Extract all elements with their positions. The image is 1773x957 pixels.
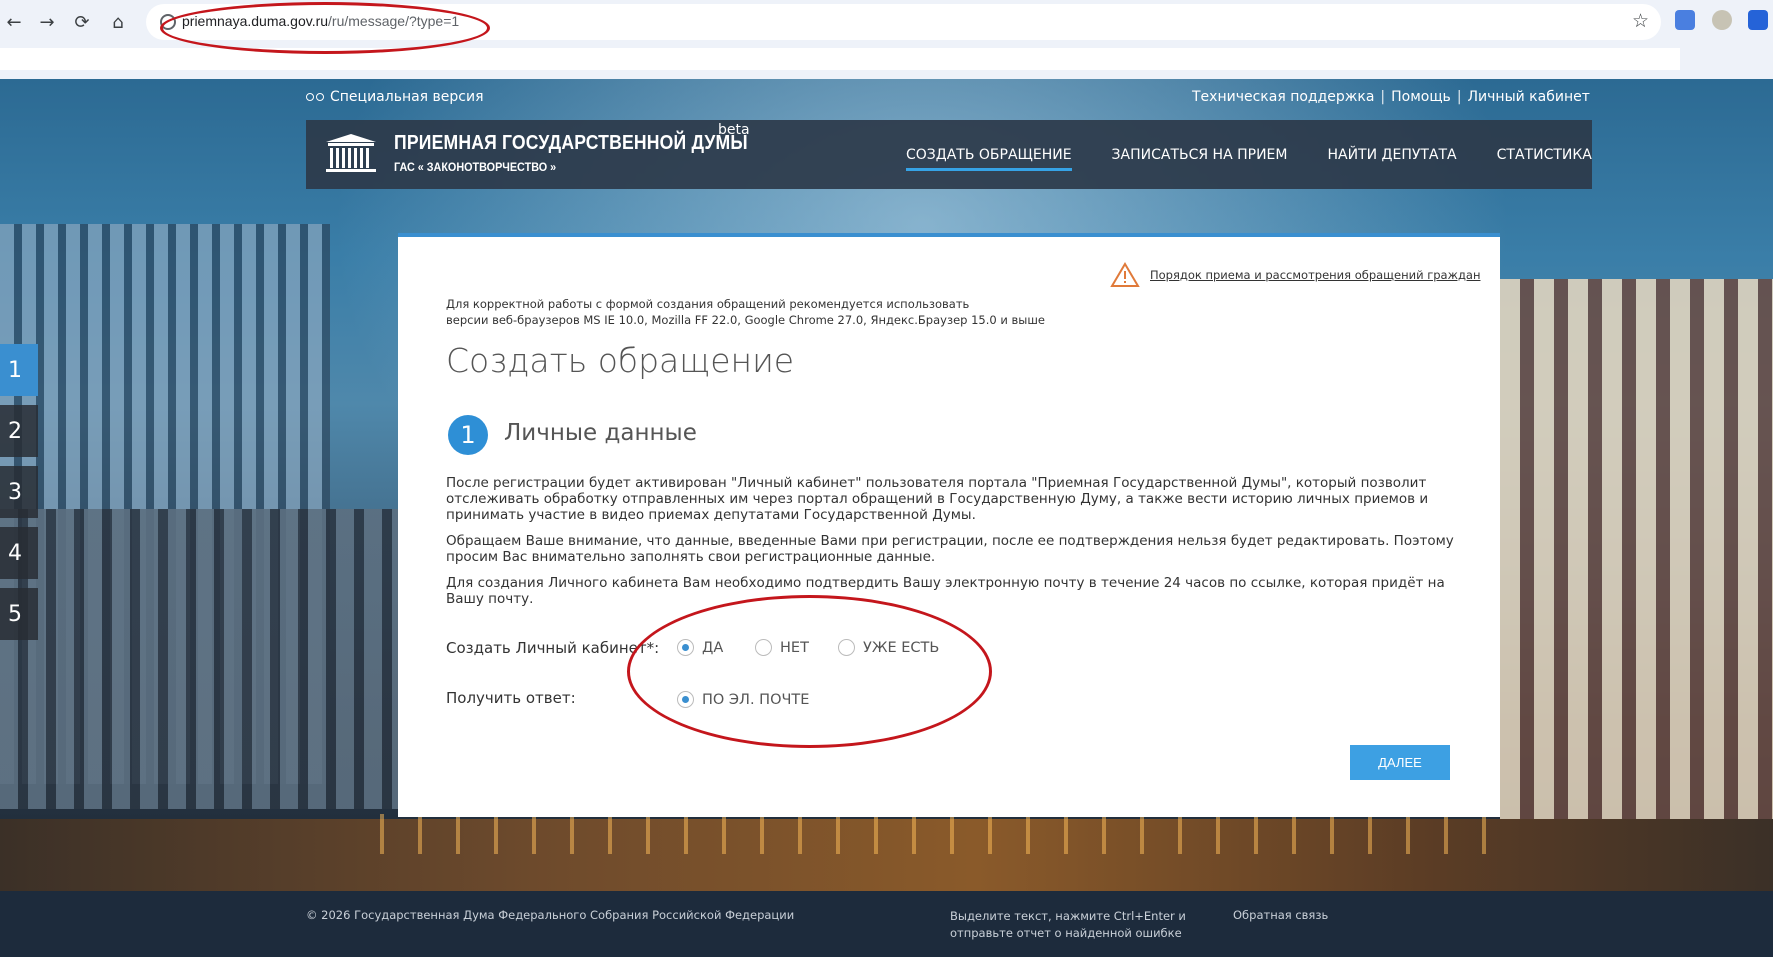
procedure-link[interactable]: Порядок приема и рассмотрения обращений … bbox=[1150, 268, 1480, 282]
step-tab-4[interactable]: 4 bbox=[0, 527, 38, 579]
background-building-right bbox=[1500, 279, 1773, 839]
site-info-icon[interactable] bbox=[160, 14, 176, 30]
next-button[interactable]: ДАЛЕЕ bbox=[1350, 745, 1450, 780]
page-strip bbox=[0, 48, 1680, 70]
top-links: Техническая поддержка | Помощь | Личный каби… bbox=[1192, 89, 1590, 105]
translate-extension-icon[interactable] bbox=[1675, 10, 1695, 30]
copyright-text: © 2026 Государственная Дума Федерального… bbox=[306, 908, 795, 922]
radio-dot[interactable] bbox=[755, 639, 772, 656]
nav-book-appointment[interactable]: ЗАПИСАТЬСЯ НА ПРИЕМ bbox=[1112, 141, 1288, 169]
section-number-badge: 1 bbox=[448, 415, 488, 455]
nav-find-deputy[interactable]: НАЙТИ ДЕПУТАТА bbox=[1327, 141, 1456, 169]
create-cabinet-label: Создать Личный кабинет*: bbox=[446, 639, 660, 657]
radio-dot-checked[interactable] bbox=[677, 691, 694, 708]
error-report-hint: Выделите текст, нажмите Ctrl+Enter и отп… bbox=[950, 908, 1210, 942]
nav-statistics[interactable]: СТАТИСТИКА bbox=[1497, 141, 1592, 169]
special-version-link[interactable]: Специальная версия bbox=[306, 89, 484, 105]
error-report-line1: Выделите текст, нажмите Ctrl+Enter и bbox=[950, 909, 1186, 923]
radio-create-no[interactable]: НЕТ bbox=[755, 639, 809, 656]
extension-icon[interactable] bbox=[1712, 10, 1732, 30]
step-tab-5[interactable]: 5 bbox=[0, 588, 38, 640]
site-title[interactable]: ПРИЕМНАЯ ГОСУДАРСТВЕННОЙ ДУМЫ bbox=[394, 132, 748, 155]
background-building-left-lower bbox=[0, 509, 420, 809]
special-version-label[interactable]: Специальная версия bbox=[330, 89, 484, 105]
browser-requirements: Для корректной работы с формой создания … bbox=[446, 296, 1045, 328]
browser-requirements-line1: Для корректной работы с формой создания … bbox=[446, 297, 970, 311]
reload-icon[interactable]: ⟳ bbox=[68, 8, 96, 36]
info-paragraph-3: Для создания Личного кабинета Вам необхо… bbox=[446, 575, 1445, 607]
browser-toolbar: ← → ⟳ ⌂ priemnaya.duma.gov.ru/ru/message… bbox=[0, 0, 1773, 79]
help-link[interactable]: Помощь bbox=[1391, 89, 1451, 105]
browser-requirements-line2: версии веб-браузеров MS IE 10.0, Mozilla… bbox=[446, 313, 1045, 327]
step-tabs: 1 2 3 4 5 bbox=[0, 344, 38, 649]
forward-icon[interactable]: → bbox=[33, 8, 61, 36]
step-tab-1[interactable]: 1 bbox=[0, 344, 38, 396]
step-tab-2[interactable]: 2 bbox=[0, 405, 38, 457]
error-report-line2: отправьте отчет о найденной ошибке bbox=[950, 926, 1182, 940]
site-subtitle: ГАС « ЗАКОНОТВОРЧЕСТВО » bbox=[394, 160, 557, 174]
warning-icon bbox=[1110, 262, 1140, 287]
procedure-notice: Порядок приема и рассмотрения обращений … bbox=[1110, 262, 1480, 288]
radio-receive-email-label[interactable]: ПО ЭЛ. ПОЧТЕ bbox=[702, 692, 809, 708]
info-paragraph-2: Обращаем Ваше внимание, что данные, введ… bbox=[446, 533, 1454, 565]
support-link[interactable]: Техническая поддержка bbox=[1192, 89, 1374, 105]
radio-dot-checked[interactable] bbox=[677, 639, 694, 656]
personal-account-link[interactable]: Личный кабинет bbox=[1468, 89, 1590, 105]
section-title: Личные данные bbox=[504, 420, 697, 446]
nav-create-appeal[interactable]: СОЗДАТЬ ОБРАЩЕНИЕ bbox=[906, 141, 1072, 171]
radio-dot[interactable] bbox=[838, 639, 855, 656]
page-title: Создать обращение bbox=[446, 341, 795, 380]
radio-create-yes-label[interactable]: ДА bbox=[702, 640, 723, 656]
beta-badge: beta bbox=[718, 122, 750, 138]
radio-create-no-label[interactable]: НЕТ bbox=[780, 640, 809, 656]
home-icon[interactable]: ⌂ bbox=[104, 8, 132, 36]
site-header: ПРИЕМНАЯ ГОСУДАРСТВЕННОЙ ДУМЫ ГАС « ЗАКО… bbox=[306, 120, 1592, 189]
radio-create-yes[interactable]: ДА bbox=[677, 639, 723, 656]
info-paragraph-1: После регистрации будет активирован "Лич… bbox=[446, 475, 1429, 523]
radio-receive-email[interactable]: ПО ЭЛ. ПОЧТЕ bbox=[677, 691, 809, 708]
appeal-form-card: Порядок приема и рассмотрения обращений … bbox=[398, 233, 1500, 817]
glasses-icon bbox=[306, 93, 324, 101]
step-tab-3[interactable]: 3 bbox=[0, 466, 38, 518]
main-nav: СОЗДАТЬ ОБРАЩЕНИЕ ЗАПИСАТЬСЯ НА ПРИЕМ НА… bbox=[906, 120, 1592, 189]
url-text[interactable]: priemnaya.duma.gov.ru/ru/message/?type=1 bbox=[182, 13, 459, 29]
radio-create-exists[interactable]: УЖЕ ЕСТЬ bbox=[838, 639, 939, 656]
receive-answer-label: Получить ответ: bbox=[446, 689, 576, 707]
address-bar[interactable]: priemnaya.duma.gov.ru/ru/message/?type=1… bbox=[146, 4, 1661, 40]
extension-blue-icon[interactable] bbox=[1748, 10, 1768, 30]
radio-create-exists-label[interactable]: УЖЕ ЕСТЬ bbox=[863, 640, 939, 656]
duma-building-logo-icon[interactable] bbox=[324, 132, 378, 174]
site-footer: © 2026 Государственная Дума Федерального… bbox=[0, 891, 1773, 957]
bookmark-star-icon[interactable]: ☆ bbox=[1632, 10, 1649, 32]
feedback-link[interactable]: Обратная связь bbox=[1233, 908, 1328, 922]
background-lights bbox=[380, 814, 1500, 854]
back-icon[interactable]: ← bbox=[0, 8, 28, 36]
